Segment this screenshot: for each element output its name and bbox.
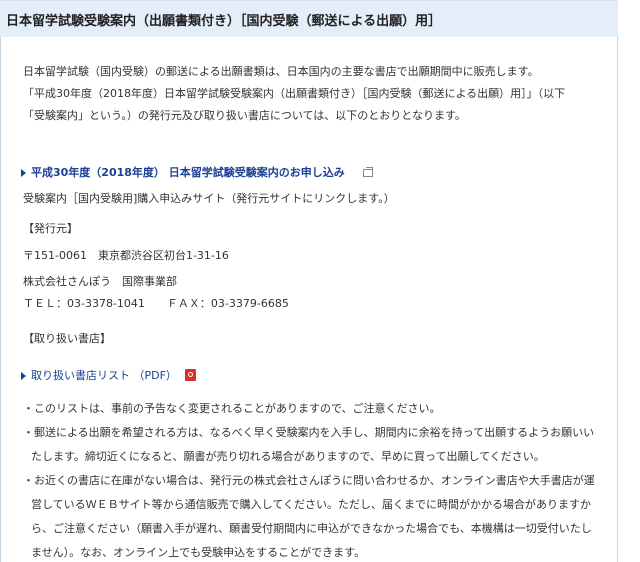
order-link[interactable]: 平成30年度（2018年度） 日本留学試験受験案内のお申し込み	[31, 166, 345, 180]
page-title: 日本留学試験受験案内（出願書類付き）［国内受験（郵送による出願）用］	[6, 14, 442, 29]
note-1: ・このリストは、事前の予告なく変更されることがありますので、ご注意ください。	[23, 402, 441, 415]
intro-line-2: 「平成30年度（2018年度）日本留学試験受験案内（出願書類付き）［国内受験（郵…	[23, 87, 566, 100]
intro-line-1: 日本留学試験（国内受験）の郵送による出願書類は、日本国内の主要な書店で出願期間中…	[23, 65, 539, 78]
stores-pdf-link[interactable]: 取り扱い書店リスト （PDF）	[31, 369, 177, 383]
title-bar: 日本留学試験受験案内（出願書類付き）［国内受験（郵送による出願）用］	[0, 0, 618, 37]
note-3-line-3: ら、ご注意ください（願書入手が遅れ、願書受付期間内に申込ができなかった場合でも、…	[31, 522, 592, 535]
note-3-line-4: ません）。なお、オンライン上でも受験申込をすることができます。	[31, 546, 366, 559]
page: 日本留学試験受験案内（出願書類付き）［国内受験（郵送による出願）用］ 日本留学試…	[0, 0, 640, 562]
external-window-icon	[363, 167, 373, 177]
stores-heading: 【取り扱い書店】	[23, 332, 111, 345]
intro-line-3: 「受験案内」という。）の発行元及び取り扱い書店については、以下のとおりとなります…	[23, 109, 466, 122]
publisher-contact: ＴＥＬ：03-3378-1041 ＦＡＸ：03-3379-6685	[23, 297, 289, 310]
bullet-arrow-icon	[21, 372, 26, 380]
note-2-line-1: ・郵送による出願を希望される方は、なるべく早く受験案内を入手し、期間内に余裕を持…	[23, 426, 595, 439]
pdf-icon[interactable]	[185, 369, 196, 381]
note-2-line-2: たします。締切近くになると、願書が売り切れる場合がありますので、早めに買って出願…	[31, 450, 545, 463]
note-3-line-1: ・お近くの書店に在庫がない場合は、発行元の株式会社さんぽうに問い合わせるか、オン…	[23, 474, 595, 487]
content-panel: 日本留学試験（国内受験）の郵送による出願書類は、日本国内の主要な書店で出願期間中…	[0, 37, 618, 562]
publisher-address: 〒151-0061 東京都渋谷区初台1-31-16	[23, 249, 229, 262]
note-3-line-2: 営しているＷＥＢサイト等から通信販売で購入してください。ただし、届くまでに時間が…	[31, 498, 592, 511]
bullet-arrow-icon	[21, 169, 26, 177]
order-description: 受験案内［国内受験用]購入申込みサイト（発行元サイトにリンクします。）	[23, 192, 395, 205]
publisher-heading: 【発行元】	[23, 222, 78, 235]
publisher-company: 株式会社さんぽう 国際事業部	[23, 275, 177, 288]
